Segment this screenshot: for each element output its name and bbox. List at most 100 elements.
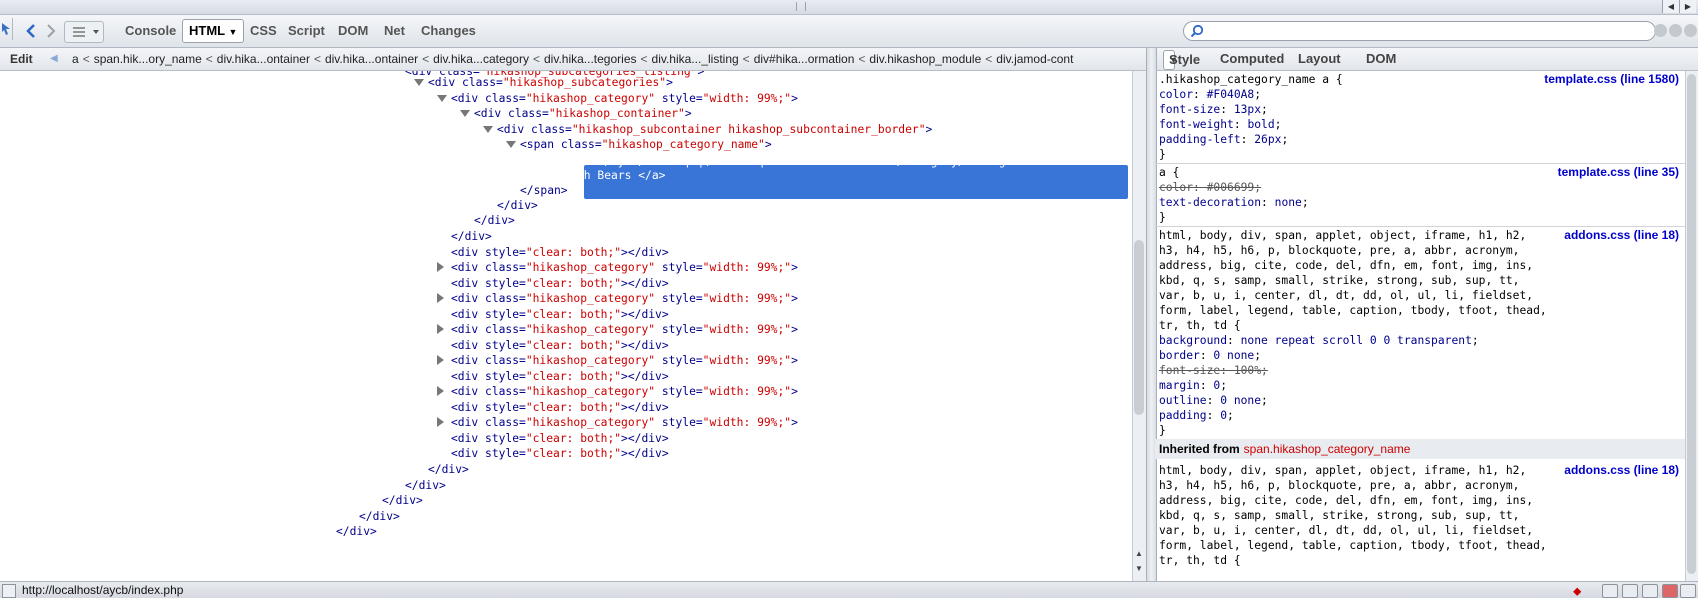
selected-node-highlight[interactable] — [584, 165, 1128, 199]
collapse-triangle-icon[interactable] — [506, 141, 516, 148]
scroll-left-button[interactable]: ◀ — [1662, 0, 1679, 13]
css-rule-selector[interactable]: html, body, div, span, applet, object, i… — [1159, 463, 1526, 478]
html-node-line[interactable]: <div class="hikashop_category" style="wi… — [451, 290, 798, 307]
css-source-link[interactable]: template.css (line 1580) — [1544, 72, 1679, 86]
html-node-line[interactable]: <div style="clear: both;"></div> — [451, 445, 669, 462]
scroll-down-arrow-icon[interactable]: ▼ — [1135, 564, 1143, 573]
html-node-line[interactable]: </div> — [428, 461, 469, 478]
tab-css[interactable]: CSS — [250, 21, 277, 41]
html-node-line[interactable]: </div> — [451, 228, 492, 245]
tab-style[interactable]: Style ▼ — [1163, 50, 1200, 70]
css-rule-end[interactable]: } — [1159, 210, 1166, 225]
expand-triangle-icon[interactable] — [437, 293, 444, 303]
search-input[interactable] — [1183, 21, 1656, 41]
resize-grip[interactable] — [796, 2, 806, 11]
css-rule-end[interactable]: } — [1159, 423, 1166, 438]
css-rule-selector[interactable]: kbd, q, s, samp, small, strike, strong, … — [1159, 508, 1519, 523]
css-declaration[interactable]: font-size: 100%; — [1159, 363, 1268, 378]
css-declaration[interactable]: outline: 0 none; — [1159, 393, 1268, 408]
css-source-link[interactable]: addons.css (line 18) — [1564, 228, 1679, 242]
html-node-line[interactable]: <div class="hikashop_category" style="wi… — [451, 321, 798, 338]
css-rule-selector[interactable]: tr, th, td { — [1159, 553, 1241, 568]
breadcrumb-item[interactable]: div.hika...ontainer — [325, 52, 418, 66]
css-declaration[interactable]: background: none repeat scroll 0 0 trans… — [1159, 333, 1479, 348]
forward-icon[interactable] — [44, 21, 58, 41]
html-node-line[interactable]: <div class="hikashop_subcategories"> — [428, 74, 673, 91]
css-source-link[interactable]: template.css (line 35) — [1558, 165, 1679, 179]
css-declaration[interactable]: text-decoration: none; — [1159, 195, 1309, 210]
toolbar-icon-2[interactable] — [1622, 584, 1638, 598]
css-declaration[interactable]: color: #006699; — [1159, 180, 1261, 195]
inspect-icon[interactable] — [0, 18, 13, 40]
tab-changes[interactable]: Changes — [421, 21, 476, 41]
minimize-icon[interactable] — [1654, 24, 1667, 37]
css-declaration[interactable]: font-size: 13px; — [1159, 102, 1268, 117]
edit-button[interactable]: Edit — [10, 48, 33, 70]
breadcrumb-item[interactable]: div.jamod-cont — [996, 52, 1073, 66]
tab-dom[interactable]: DOM — [338, 21, 368, 41]
html-node-line[interactable]: <div class="hikashop_category" style="wi… — [451, 383, 798, 400]
css-source-link[interactable]: addons.css (line 18) — [1564, 463, 1679, 477]
tab-layout[interactable]: Layout — [1298, 48, 1341, 70]
html-panel-scroll-thumb[interactable] — [1134, 240, 1144, 415]
css-rule-selector[interactable]: address, big, cite, code, del, dfn, em, … — [1159, 493, 1533, 508]
settings-icon[interactable] — [1680, 584, 1696, 598]
css-rule-end[interactable]: } — [1159, 147, 1166, 162]
inherited-element-link[interactable]: span.hikashop_category_name — [1244, 442, 1411, 456]
css-rule-selector[interactable]: .hikashop_category_name a { — [1159, 72, 1343, 87]
css-rule-selector[interactable]: tr, th, td { — [1159, 318, 1241, 333]
tab-html[interactable]: HTML ▼ — [182, 19, 245, 43]
css-rule-selector[interactable]: h3, h4, h5, h6, p, blockquote, pre, a, a… — [1159, 243, 1519, 258]
css-rule-selector[interactable]: var, b, u, i, center, dl, dt, dd, ol, ul… — [1159, 523, 1533, 538]
css-declaration[interactable]: margin: 0; — [1159, 378, 1227, 393]
css-rule-selector[interactable]: address, big, cite, code, del, dfn, em, … — [1159, 258, 1533, 273]
html-node-line[interactable]: </div> — [474, 212, 515, 229]
css-rule-selector[interactable]: h3, h4, h5, h6, p, blockquote, pre, a, a… — [1159, 478, 1519, 493]
collapse-triangle-icon[interactable] — [483, 126, 493, 133]
breadcrumb-item[interactable]: div.hika...category — [433, 52, 529, 66]
breadcrumb-item[interactable]: span.hik...ory_name — [94, 52, 202, 66]
breadcrumb-item[interactable]: div.hika..._listing — [652, 52, 739, 66]
expand-triangle-icon[interactable] — [437, 386, 444, 396]
css-declaration[interactable]: padding-left: 26px; — [1159, 132, 1288, 147]
breadcrumb-item[interactable]: a — [72, 52, 79, 66]
firebug-icon[interactable] — [1662, 584, 1678, 598]
tab-net[interactable]: Net — [384, 21, 405, 41]
panel-menu-button[interactable] — [64, 21, 104, 43]
css-rule-selector[interactable]: form, label, legend, table, caption, tbo… — [1159, 538, 1547, 553]
css-declaration[interactable]: border: 0 none; — [1159, 348, 1261, 363]
css-declaration[interactable]: color: #F040A8; — [1159, 87, 1261, 102]
expand-triangle-icon[interactable] — [437, 324, 444, 334]
html-node-line[interactable]: </div> — [382, 492, 423, 509]
scroll-up-arrow-icon[interactable]: ▲ — [1135, 549, 1143, 558]
html-node-line[interactable]: <div class="hikashop_container"> — [474, 105, 692, 122]
expand-triangle-icon[interactable] — [437, 262, 444, 272]
expand-triangle-icon[interactable] — [437, 417, 444, 427]
css-rule-selector[interactable]: html, body, div, span, applet, object, i… — [1159, 228, 1526, 243]
tab-computed[interactable]: Computed — [1220, 48, 1284, 70]
toolbar-icon-1[interactable] — [1602, 584, 1618, 598]
breadcrumb-item[interactable]: div.hika...ontainer — [217, 52, 310, 66]
css-rule-selector[interactable]: form, label, legend, table, caption, tbo… — [1159, 303, 1547, 318]
close-icon[interactable] — [1684, 24, 1697, 37]
breadcrumb-scroll-icon[interactable]: ◀ — [50, 48, 58, 70]
html-node-line[interactable]: <span class="hikashop_category_name"> — [520, 136, 772, 153]
expand-triangle-icon[interactable] — [437, 355, 444, 365]
css-rule-selector[interactable]: var, b, u, i, center, dl, dt, dd, ol, ul… — [1159, 288, 1533, 303]
css-declaration[interactable]: padding: 0; — [1159, 408, 1234, 423]
html-node-line[interactable]: <div class="hikashop_category" style="wi… — [451, 259, 798, 276]
breadcrumb-item[interactable]: div.hikashop_module — [869, 52, 981, 66]
collapse-triangle-icon[interactable] — [437, 95, 447, 102]
collapse-triangle-icon[interactable] — [414, 79, 424, 86]
toolbar-icon-3[interactable] — [1642, 584, 1658, 598]
tab-script[interactable]: Script — [288, 21, 325, 41]
scroll-right-button[interactable]: ▶ — [1679, 0, 1696, 13]
html-node-line[interactable]: <div class="hikashop_category" style="wi… — [451, 352, 798, 369]
html-node-line[interactable]: <div class="hikashop_category" style="wi… — [451, 414, 798, 431]
css-rule-selector[interactable]: a { — [1159, 165, 1179, 180]
tab-dom-side[interactable]: DOM — [1366, 48, 1396, 70]
css-declaration[interactable]: font-weight: bold; — [1159, 117, 1281, 132]
html-node-line[interactable]: </div> — [336, 523, 377, 540]
collapse-triangle-icon[interactable] — [460, 110, 470, 117]
back-icon[interactable] — [24, 21, 38, 41]
